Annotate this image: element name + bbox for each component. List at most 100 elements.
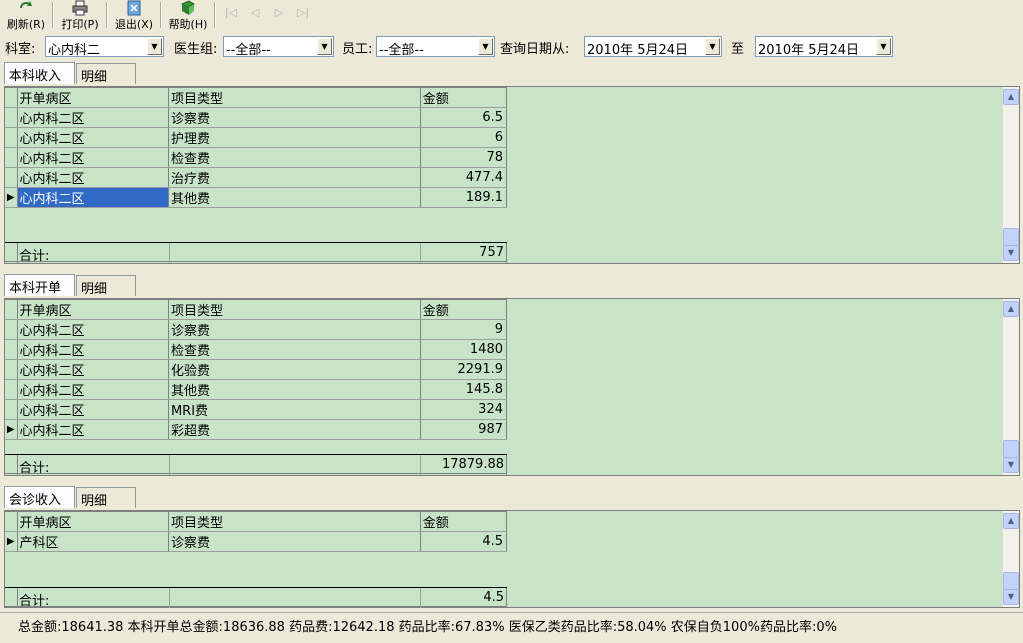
- next-record-icon[interactable]: ▷: [272, 6, 286, 20]
- chevron-down-icon[interactable]: ▼: [147, 38, 162, 55]
- column-header[interactable]: 金额: [420, 511, 508, 532]
- column-header[interactable]: 开单病区: [17, 511, 169, 532]
- doctor-group-label: 医生组:: [174, 42, 218, 57]
- vertical-scrollbar[interactable]: ▲ ▼: [1002, 299, 1019, 475]
- total-value: 757: [479, 245, 504, 260]
- total-row: 合计: 17879.88: [5, 454, 507, 476]
- date-from-picker[interactable]: 2010年 5月24日 ▼: [584, 36, 722, 58]
- column-header[interactable]: 项目类型: [168, 87, 421, 108]
- section1-grid-panel: 开单病区 项目类型 金额 心内科二区 诊察费 6.5 心内科二区 护理费 6 心…: [4, 86, 1020, 264]
- table-header: 开单病区 项目类型 金额: [5, 511, 508, 532]
- previous-record-icon[interactable]: ◁: [248, 6, 262, 20]
- total-value: 4.5: [483, 590, 504, 605]
- column-header[interactable]: 开单病区: [17, 87, 169, 108]
- column-header[interactable]: 项目类型: [168, 511, 421, 532]
- total-value: 17879.88: [441, 457, 504, 472]
- total-row: 合计: 4.5: [5, 587, 507, 609]
- section2-grid-panel: 开单病区 项目类型 金额 心内科二区 诊察费 9 心内科二区 检查费 1480 …: [4, 298, 1020, 476]
- refresh-button[interactable]: 刷新(R): [4, 0, 48, 31]
- table-row[interactable]: 心内科二区 诊察费 9: [5, 319, 508, 340]
- total-row: 合计: 757: [5, 242, 507, 264]
- table-header: 开单病区 项目类型 金额: [5, 299, 508, 320]
- table-header: 开单病区 项目类型 金额: [5, 87, 508, 108]
- toolbar-separator: [214, 2, 216, 28]
- last-record-icon[interactable]: ▷|: [296, 6, 310, 20]
- tab-consult-income[interactable]: 会诊收入: [4, 486, 75, 508]
- column-header[interactable]: 项目类型: [168, 299, 421, 320]
- tab-detail[interactable]: 明细: [76, 63, 136, 85]
- total-label: 合计:: [19, 249, 50, 264]
- print-button[interactable]: 打印(P): [58, 0, 102, 31]
- staff-select[interactable]: --全部-- ▼: [376, 36, 495, 58]
- refresh-icon: [20, 1, 32, 9]
- row-pointer-icon: ▶: [5, 419, 18, 440]
- scroll-down-icon[interactable]: ▼: [1003, 457, 1019, 473]
- tab-detail[interactable]: 明细: [76, 275, 136, 297]
- staff-value: --全部--: [379, 43, 424, 58]
- date-to-value: 2010年 5月24日: [758, 43, 860, 58]
- table-row-selected[interactable]: ▶ 心内科二区 其他费 189.1: [5, 187, 508, 208]
- column-header[interactable]: 开单病区: [17, 299, 169, 320]
- scroll-up-icon[interactable]: ▲: [1003, 89, 1019, 105]
- date-from-label: 查询日期从:: [500, 42, 570, 57]
- section3-grid-panel: 开单病区 项目类型 金额 ▶ 产科区 诊察费 4.5 合计: 4.5 ▲ ▼: [4, 510, 1020, 609]
- section2-table: 开单病区 项目类型 金额 心内科二区 诊察费 9 心内科二区 检查费 1480 …: [5, 299, 508, 440]
- scroll-thumb[interactable]: [1003, 440, 1019, 458]
- row-pointer-icon: ▶: [5, 531, 18, 552]
- printer-icon: [72, 0, 88, 16]
- exit-button[interactable]: 退出(X): [112, 0, 156, 31]
- date-to-picker[interactable]: 2010年 5月24日 ▼: [755, 36, 893, 58]
- section1-table: 开单病区 项目类型 金额 心内科二区 诊察费 6.5 心内科二区 护理费 6 心…: [5, 87, 508, 208]
- toolbar: 刷新(R) 打印(P) 退出(X) 帮助(H) |◁ ◁ ▷ ▷|: [0, 0, 1023, 32]
- dept-select[interactable]: 心内科二 ▼: [45, 36, 164, 58]
- chevron-down-icon[interactable]: ▼: [317, 38, 332, 55]
- vertical-scrollbar[interactable]: ▲ ▼: [1002, 87, 1019, 263]
- table-row-current[interactable]: ▶ 心内科二区 彩超费 987: [5, 419, 508, 440]
- section3-table: 开单病区 项目类型 金额 ▶ 产科区 诊察费 4.5: [5, 511, 508, 552]
- table-row[interactable]: 心内科二区 护理费 6: [5, 127, 508, 148]
- table-row[interactable]: 心内科二区 化验费 2291.9: [5, 359, 508, 380]
- chevron-down-icon[interactable]: ▼: [876, 38, 891, 55]
- table-row[interactable]: 心内科二区 诊察费 6.5: [5, 107, 508, 128]
- chevron-down-icon[interactable]: ▼: [478, 38, 493, 55]
- vertical-scrollbar[interactable]: ▲ ▼: [1002, 511, 1019, 607]
- tab-dept-income[interactable]: 本科收入: [4, 62, 75, 84]
- table-row[interactable]: 心内科二区 治疗费 477.4: [5, 167, 508, 188]
- table-row[interactable]: 心内科二区 检查费 78: [5, 147, 508, 168]
- dept-value: 心内科二: [48, 43, 101, 58]
- scroll-down-icon[interactable]: ▼: [1003, 245, 1019, 261]
- tab-detail[interactable]: 明细: [76, 487, 136, 509]
- table-row[interactable]: 心内科二区 其他费 145.8: [5, 379, 508, 400]
- toolbar-separator: [160, 2, 162, 28]
- date-to-label: 至: [731, 42, 745, 57]
- column-header[interactable]: 金额: [420, 299, 508, 320]
- table-row[interactable]: 心内科二区 MRI费 324: [5, 399, 508, 420]
- scroll-up-icon[interactable]: ▲: [1003, 513, 1019, 529]
- help-button[interactable]: 帮助(H): [166, 0, 210, 31]
- toolbar-separator: [52, 2, 54, 28]
- total-label: 合计:: [19, 594, 50, 609]
- dept-label: 科室:: [5, 42, 36, 57]
- exit-icon: [127, 0, 141, 16]
- help-book-icon: [180, 0, 196, 15]
- table-row[interactable]: 心内科二区 检查费 1480: [5, 339, 508, 360]
- filter-bar: 科室: 心内科二 ▼ 医生组: --全部-- ▼ 员工: --全部-- ▼ 查询…: [0, 34, 1023, 58]
- toolbar-separator: [106, 2, 108, 28]
- first-record-icon[interactable]: |◁: [224, 6, 238, 20]
- scroll-thumb[interactable]: [1003, 228, 1019, 246]
- staff-label: 员工:: [342, 42, 373, 57]
- status-summary: 总金额:18641.38 本科开单总金额:18636.88 药品费:12642.…: [18, 620, 837, 635]
- date-from-value: 2010年 5月24日: [587, 43, 689, 58]
- doctor-group-value: --全部--: [226, 43, 271, 58]
- table-row-current[interactable]: ▶ 产科区 诊察费 4.5: [5, 531, 508, 552]
- status-bar: 总金额:18641.38 本科开单总金额:18636.88 药品费:12642.…: [0, 612, 1023, 643]
- row-pointer-icon: ▶: [5, 187, 18, 208]
- doctor-group-select[interactable]: --全部-- ▼: [223, 36, 334, 58]
- chevron-down-icon[interactable]: ▼: [705, 38, 720, 55]
- total-label: 合计:: [19, 461, 50, 476]
- scroll-up-icon[interactable]: ▲: [1003, 301, 1019, 317]
- scroll-thumb[interactable]: [1003, 572, 1019, 590]
- scroll-down-icon[interactable]: ▼: [1003, 589, 1019, 605]
- column-header[interactable]: 金额: [420, 87, 508, 108]
- tab-dept-orders[interactable]: 本科开单: [4, 274, 75, 296]
